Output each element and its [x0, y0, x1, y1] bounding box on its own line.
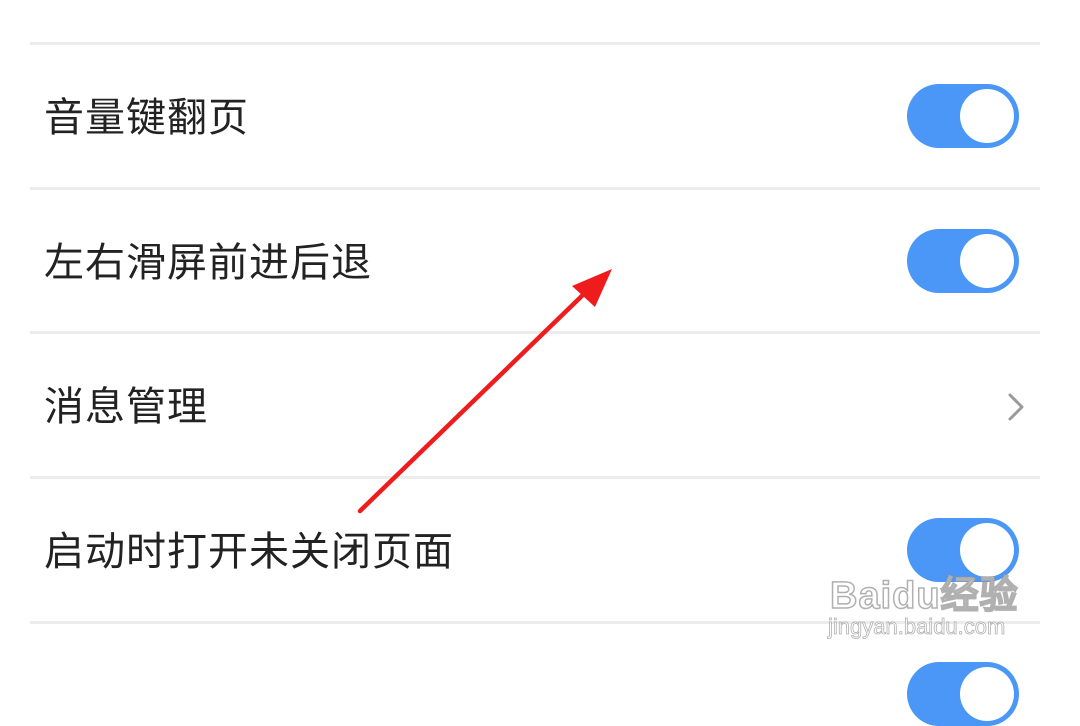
divider: [30, 187, 1040, 190]
watermark-url: jingyan.baidu.com: [828, 614, 1006, 640]
toggle-knob: [960, 523, 1014, 577]
setting-label: 音量键翻页: [44, 95, 249, 141]
toggle-knob: [960, 234, 1014, 288]
divider: [30, 476, 1040, 479]
chevron-right-icon[interactable]: [1002, 392, 1028, 422]
restore-pages-toggle[interactable]: [907, 518, 1019, 582]
toggle-knob: [960, 89, 1014, 143]
setting-label: 启动时打开未关闭页面: [44, 529, 454, 575]
volume-key-page-turn-toggle[interactable]: [907, 84, 1019, 148]
swipe-navigation-toggle[interactable]: [907, 229, 1019, 293]
toggle-knob: [960, 667, 1014, 721]
next-setting-toggle[interactable]: [907, 662, 1019, 726]
divider: [30, 621, 1040, 624]
setting-label: 左右滑屏前进后退: [44, 240, 372, 286]
setting-label: 消息管理: [44, 384, 208, 430]
divider: [30, 42, 1040, 45]
divider: [30, 331, 1040, 334]
